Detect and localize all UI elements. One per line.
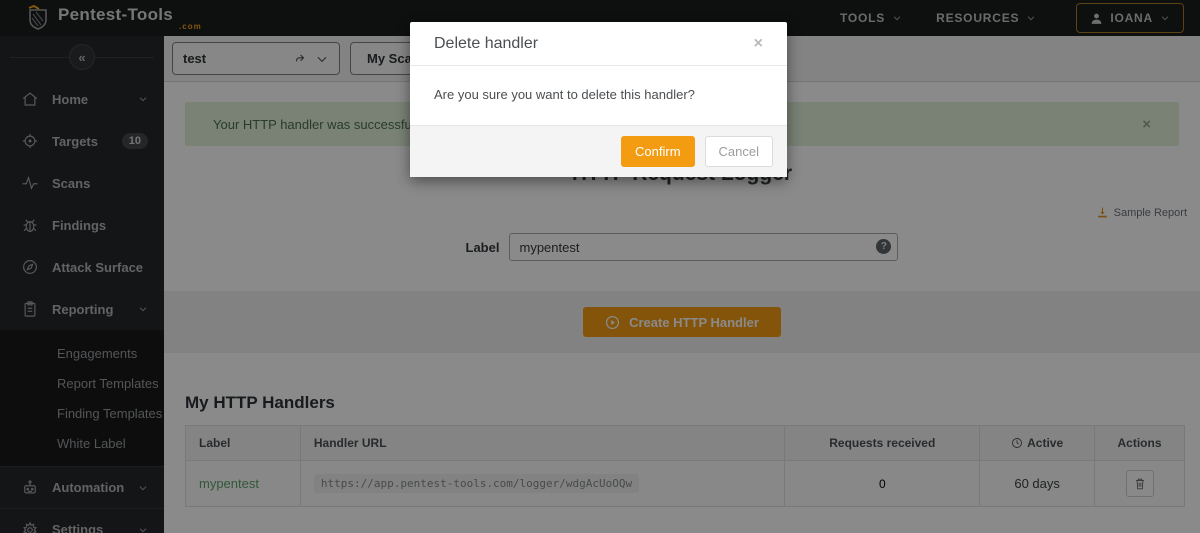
delete-handler-modal: Delete handler × Are you sure you want t… xyxy=(410,22,787,177)
modal-title: Delete handler xyxy=(434,35,538,53)
cancel-button[interactable]: Cancel xyxy=(705,136,773,167)
confirm-button[interactable]: Confirm xyxy=(621,136,695,167)
app-window: Pentest-Tools .com TOOLS RESOURCES IOANA xyxy=(0,0,1200,533)
modal-footer: Confirm Cancel xyxy=(410,125,787,177)
modal-header: Delete handler × xyxy=(410,22,787,66)
modal-close-icon[interactable]: × xyxy=(754,35,763,53)
modal-body-text: Are you sure you want to delete this han… xyxy=(410,66,787,125)
